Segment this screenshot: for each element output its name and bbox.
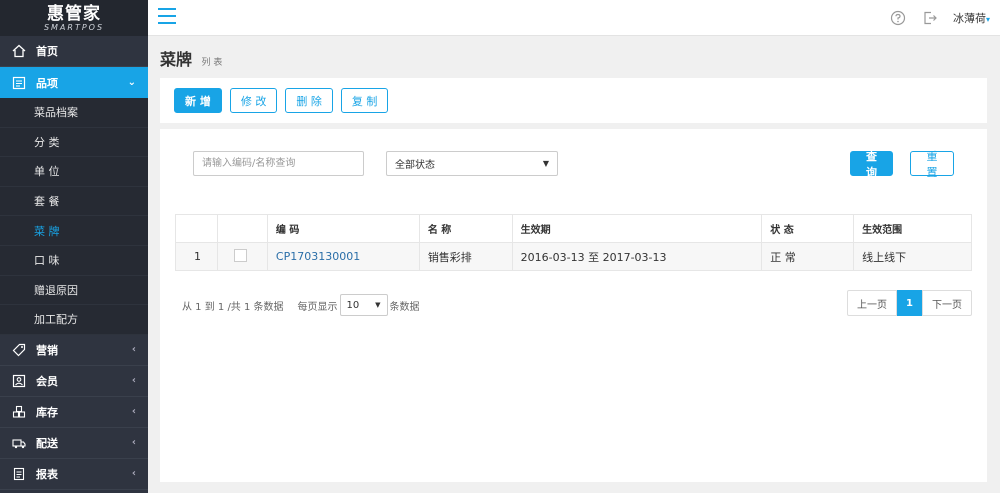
topbar-actions: 冰薄荷▾ <box>889 0 990 36</box>
status-select[interactable]: 全部状态 ▼ <box>386 151 558 176</box>
caret-down-icon: ▾ <box>985 15 990 24</box>
row-index: 1 <box>175 242 218 271</box>
menu-table: 编 码 名 称 生效期 状 态 生效范围 1 CP1703130001 销售彩排… <box>175 214 972 271</box>
sidebar-subitem-category[interactable]: 分 类 <box>0 127 148 158</box>
help-icon[interactable] <box>889 9 907 27</box>
sidebar-item-label: 配送 <box>36 436 58 450</box>
query-button[interactable]: 查 询 <box>850 150 893 179</box>
status-select-value: 全部状态 <box>395 160 435 171</box>
main-panel: 全部状态 ▼ 查 询 重 置 编 码 名 称 生效期 状 态 生效范围 1 CP… <box>160 129 987 482</box>
table-header-code[interactable]: 编 码 <box>266 214 420 243</box>
sidebar-subitem-menu[interactable]: 菜 牌 <box>0 216 148 246</box>
sidebar-item-marketing[interactable]: 营销 ‹ <box>0 335 148 366</box>
pager: 上一页 1 下一页 <box>847 290 972 316</box>
sidebar-item-label: 会员 <box>36 374 58 388</box>
warehouse-icon <box>12 405 26 419</box>
sidebar: 惠管家 SMARTPOS 首页 品项 ⌄ 菜品档案 分 类 单 位 套 餐 菜 … <box>0 0 148 493</box>
tag-icon <box>12 343 26 357</box>
user-name: 冰薄荷 <box>952 12 986 25</box>
logo-sub: SMARTPOS <box>43 22 105 32</box>
search-input[interactable] <box>193 151 364 176</box>
table-header-status[interactable]: 状 态 <box>761 214 855 243</box>
page-header: 菜牌 列 表 <box>160 46 222 70</box>
reset-button[interactable]: 重 置 <box>910 150 954 179</box>
row-checkbox-cell <box>216 242 268 271</box>
sidebar-item-member[interactable]: 会员 ‹ <box>0 366 148 397</box>
hamburger-menu-icon[interactable] <box>158 8 176 24</box>
chevron-left-icon: ‹ <box>131 375 136 387</box>
sidebar-item-label: 品项 <box>36 76 58 90</box>
sidebar-subitem-flavor[interactable]: 口 味 <box>0 245 148 276</box>
sidebar-subitem-return-reason[interactable]: 赠退原因 <box>0 275 148 306</box>
sidebar-subitem-unit[interactable]: 单 位 <box>0 157 148 187</box>
per-page-suffix: 条数据 <box>389 301 420 313</box>
sidebar-item-report[interactable]: 报表 ‹ <box>0 459 148 490</box>
new-button[interactable]: 新 增 <box>174 88 222 113</box>
per-page-label: 每页显示 <box>297 301 338 313</box>
caret-down-icon: ▼ <box>375 301 381 309</box>
sidebar-item-label: 库存 <box>36 405 58 419</box>
row-code-cell: CP1703130001 <box>266 242 420 271</box>
logo[interactable]: 惠管家 SMARTPOS <box>0 0 148 36</box>
row-code-link[interactable]: CP1703130001 <box>276 250 360 263</box>
pagination-info: 从 1 到 1 /共 1 条数据 每页显示 10 ▼ 条数据 <box>182 294 420 316</box>
page-title: 菜牌 <box>160 50 193 69</box>
table-header-index <box>175 214 218 243</box>
page-subtitle: 列 表 <box>201 58 223 68</box>
list-icon <box>12 76 26 90</box>
copy-button[interactable]: 复 制 <box>340 88 389 113</box>
row-scope: 线上线下 <box>853 242 972 271</box>
row-period: 2016-03-13 至 2017-03-13 <box>511 242 763 271</box>
chevron-down-icon: ⌄ <box>127 77 136 88</box>
table-header-period[interactable]: 生效期 <box>511 214 763 243</box>
sidebar-item-label: 营销 <box>36 343 58 357</box>
table-header-name[interactable]: 名 称 <box>418 214 513 243</box>
sidebar-item-label: 首页 <box>36 45 58 58</box>
home-icon <box>12 44 26 58</box>
page-number-button[interactable]: 1 <box>897 290 922 316</box>
row-status: 正 常 <box>761 242 855 271</box>
truck-icon <box>12 436 26 450</box>
table-row[interactable]: 1 CP1703130001 销售彩排 2016-03-13 至 2017-03… <box>175 242 972 271</box>
sidebar-item-home[interactable]: 首页 <box>0 36 148 67</box>
per-page-value: 10 <box>346 299 360 311</box>
delete-button[interactable]: 删 除 <box>285 88 333 113</box>
table-header-checkbox <box>216 214 268 243</box>
report-icon <box>12 467 26 481</box>
row-name: 销售彩排 <box>418 242 513 271</box>
chevron-left-icon: ‹ <box>131 344 136 356</box>
row-checkbox[interactable] <box>233 248 247 262</box>
logo-brand: 惠管家 <box>47 3 101 24</box>
sidebar-item-inventory[interactable]: 库存 ‹ <box>0 397 148 428</box>
chevron-left-icon: ‹ <box>131 406 136 418</box>
logout-icon[interactable] <box>921 9 939 27</box>
caret-down-icon: ▼ <box>542 159 549 168</box>
sidebar-subitem-combo[interactable]: 套 餐 <box>0 186 148 217</box>
sidebar-subitem-recipe[interactable]: 加工配方 <box>0 305 148 335</box>
member-card-icon <box>12 374 26 388</box>
sidebar-item-label: 报表 <box>36 467 58 481</box>
chevron-left-icon: ‹ <box>131 437 136 449</box>
sidebar-item-delivery[interactable]: 配送 ‹ <box>0 428 148 459</box>
prev-page-button[interactable]: 上一页 <box>847 290 897 316</box>
pagination-summary: 从 1 到 1 /共 1 条数据 <box>182 301 284 313</box>
action-toolbar: 新 增 修 改 删 除 复 制 <box>160 78 987 123</box>
sidebar-item-items[interactable]: 品项 ⌄ <box>0 67 148 98</box>
chevron-left-icon: ‹ <box>131 468 136 480</box>
sidebar-subitem-dish-archive[interactable]: 菜品档案 <box>0 98 148 128</box>
next-page-button[interactable]: 下一页 <box>922 290 972 316</box>
user-menu[interactable]: 冰薄荷▾ <box>953 10 990 26</box>
table-header-scope[interactable]: 生效范围 <box>853 214 972 243</box>
topbar: 冰薄荷▾ <box>148 0 1000 36</box>
table-header-row: 编 码 名 称 生效期 状 态 生效范围 <box>175 214 972 243</box>
per-page-select[interactable]: 10 ▼ <box>339 294 388 316</box>
edit-button[interactable]: 修 改 <box>229 88 278 113</box>
